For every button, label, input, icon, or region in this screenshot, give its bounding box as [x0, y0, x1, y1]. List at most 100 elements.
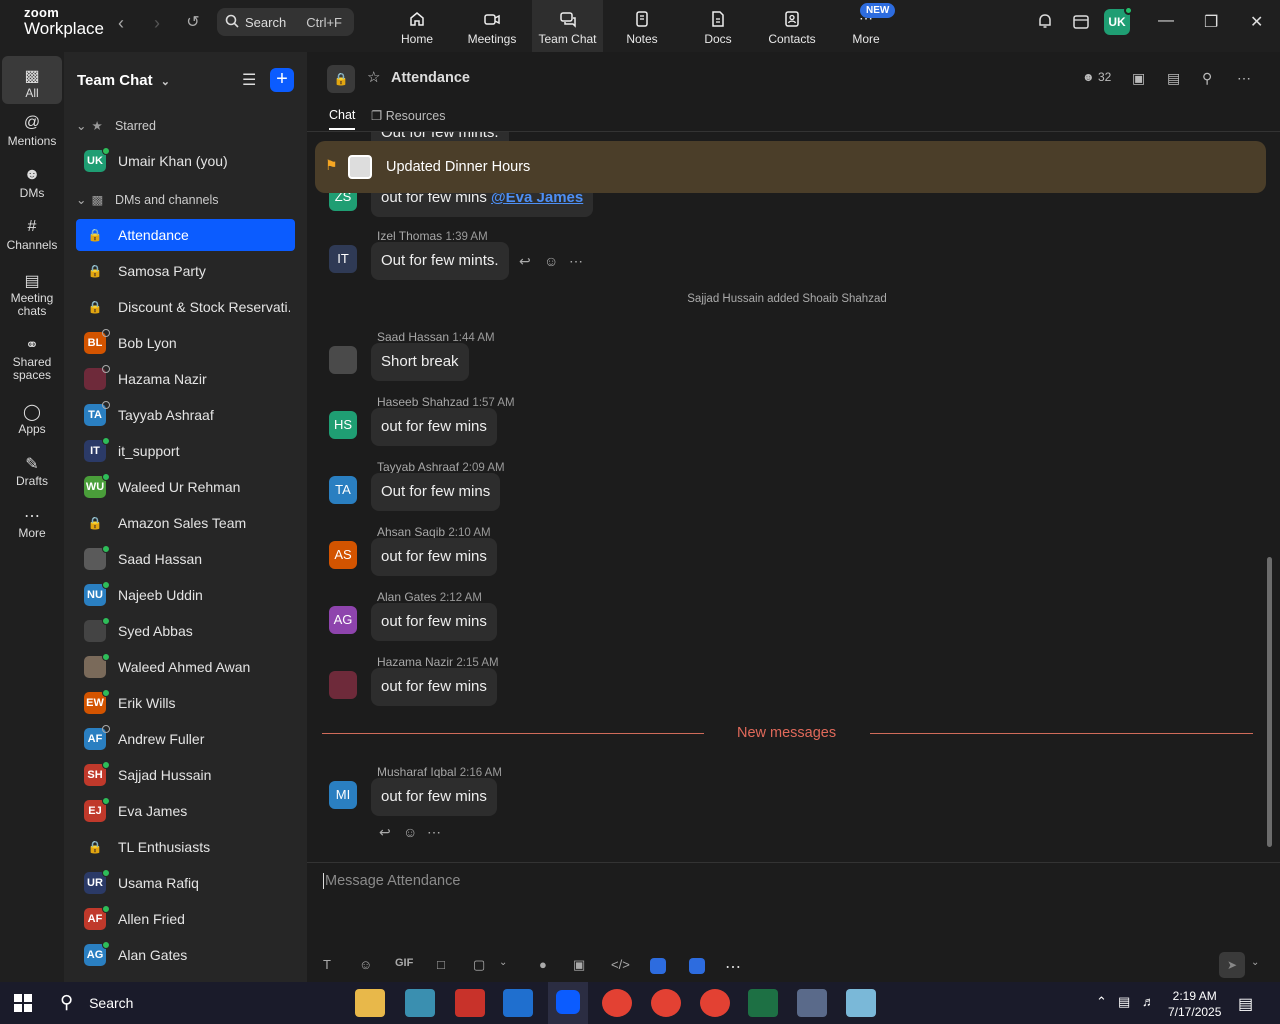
global-search[interactable]: Search Ctrl+F: [217, 8, 354, 36]
rail-dms[interactable]: ☻ DMs: [2, 166, 62, 200]
message-input[interactable]: Message Attendance: [323, 873, 460, 889]
sidebar-item-usama-rafiq[interactable]: UR Usama Rafiq: [76, 867, 295, 899]
minimize-icon[interactable]: —: [1158, 12, 1174, 30]
sender-avatar[interactable]: [329, 346, 357, 374]
sender-name[interactable]: Alan Gates: [377, 590, 436, 604]
chat-message[interactable]: IT Izel Thomas 1:39 AM Out for few mints.: [307, 229, 1247, 285]
tab-home[interactable]: Home: [392, 0, 442, 52]
calendar-icon[interactable]: [1072, 12, 1090, 35]
sidebar-item-sajjad-hussain[interactable]: SH Sajjad Hussain: [76, 759, 295, 791]
sidebar-item-tl-enthusiasts[interactable]: 🔒 TL Enthusiasts: [76, 831, 295, 863]
sender-name[interactable]: Tayyab Ashraaf: [377, 460, 459, 474]
user-avatar[interactable]: UK: [1104, 6, 1133, 35]
sidebar-item-samosa-party[interactable]: 🔒 Samosa Party: [76, 255, 295, 287]
rail-mentions[interactable]: @ Mentions: [2, 114, 62, 148]
sender-name[interactable]: Ahsan Saqib: [377, 525, 445, 539]
tab-docs[interactable]: Docs: [696, 0, 740, 52]
taskbar-search[interactable]: ⚲ Search: [60, 992, 133, 1013]
video-message-icon[interactable]: ▣: [573, 957, 585, 973]
pinned-banner[interactable]: ⚑ Updated Dinner Hours: [315, 141, 1266, 193]
network-icon[interactable]: ▤: [1118, 994, 1130, 1010]
back-icon[interactable]: ‹: [110, 12, 132, 34]
tab-chat[interactable]: Chat: [329, 108, 355, 122]
sidebar-item-umair-khan-you[interactable]: UK Umair Khan (you): [76, 145, 295, 177]
emoji-icon[interactable]: ☺: [359, 957, 372, 972]
microphone-icon[interactable]: ●: [539, 957, 547, 972]
sender-avatar[interactable]: TA: [329, 476, 357, 504]
more-actions-icon[interactable]: ⋯: [569, 253, 583, 270]
tab-team-chat[interactable]: Team Chat: [532, 0, 603, 52]
app-icon[interactable]: [846, 989, 876, 1017]
star-outline-icon[interactable]: ☆: [367, 68, 380, 86]
chevron-up-icon[interactable]: ⌃: [1096, 994, 1107, 1010]
rail-more[interactable]: ⋯ More: [2, 506, 62, 540]
sender-avatar[interactable]: [329, 671, 357, 699]
send-button[interactable]: ➤: [1219, 952, 1245, 978]
channel-title[interactable]: Attendance: [391, 70, 470, 86]
mention-link[interactable]: @Eva James: [491, 193, 583, 206]
sidebar-item-erik-wills[interactable]: EW Erik Wills: [76, 687, 295, 719]
search-icon[interactable]: ⚲: [1202, 70, 1212, 87]
chat-message[interactable]: TA Tayyab Ashraaf 2:09 AM Out for few mins: [307, 460, 1247, 516]
zoom-taskbar-icon[interactable]: [548, 982, 588, 1024]
video-call-icon[interactable]: ▣: [1132, 70, 1145, 87]
emoji-reaction-icon[interactable]: ☺: [403, 824, 417, 840]
calculator-icon[interactable]: [797, 989, 827, 1017]
rail-meeting-chats[interactable]: ▤ Meeting chats: [2, 272, 62, 318]
more-actions-icon[interactable]: ⋯: [427, 824, 441, 841]
sender-name[interactable]: Hazama Nazir: [377, 655, 453, 669]
sender-name[interactable]: Musharaf Iqbal: [377, 765, 456, 779]
sender-avatar[interactable]: AS: [329, 541, 357, 569]
taskbar-clock[interactable]: 2:19 AM 7/17/2025: [1168, 988, 1221, 1020]
sidebar-item-amazon-sales-team[interactable]: 🔒 Amazon Sales Team: [76, 507, 295, 539]
chat-message[interactable]: Hazama Nazir 2:15 AM out for few mins: [307, 655, 1247, 711]
more-options-icon[interactable]: ⋯: [1237, 70, 1251, 87]
reply-icon[interactable]: ↩: [519, 253, 531, 270]
message-scrollbar[interactable]: [1267, 557, 1272, 847]
file-icon[interactable]: □: [437, 957, 445, 972]
sidebar-item-waleed-ur-rehman[interactable]: WU Waleed Ur Rehman: [76, 471, 295, 503]
notifications-icon[interactable]: ▤: [1238, 994, 1253, 1014]
history-icon[interactable]: ↺: [182, 12, 204, 34]
sender-avatar[interactable]: IT: [329, 245, 357, 273]
app-icon[interactable]: [405, 989, 435, 1017]
chat-message[interactable]: Saad Hassan 1:44 AM Short break: [307, 330, 1247, 386]
member-count[interactable]: ☻ 32: [1082, 70, 1111, 84]
chat-message[interactable]: AS Ahsan Saqib 2:10 AM out for few mins: [307, 525, 1247, 581]
windows-start-icon[interactable]: [14, 994, 32, 1012]
file-explorer-icon[interactable]: [355, 989, 385, 1017]
chevron-down-icon[interactable]: ⌄: [1251, 957, 1259, 968]
more-tools-icon[interactable]: ⋯: [725, 957, 741, 977]
chrome-icon[interactable]: [700, 989, 730, 1017]
chat-message[interactable]: HS Haseeb Shahzad 1:57 AM out for few mins: [307, 395, 1247, 451]
bell-icon[interactable]: [1036, 12, 1054, 35]
sender-avatar[interactable]: AG: [329, 606, 357, 634]
tab-resources[interactable]: ❐ Resources: [371, 108, 445, 123]
rail-apps[interactable]: ◯ Apps: [2, 402, 62, 436]
rail-drafts[interactable]: ✎ Drafts: [2, 454, 62, 488]
sidebar-item-waleed-ahmed-awan[interactable]: Waleed Ahmed Awan: [76, 651, 295, 683]
excel-icon[interactable]: [748, 989, 778, 1017]
sidebar-item-attendance[interactable]: 🔒 Attendance: [76, 219, 295, 251]
sidebar-item-saad-hassan[interactable]: Saad Hassan: [76, 543, 295, 575]
rail-shared-spaces[interactable]: ⚭ Shared spaces: [2, 336, 62, 382]
chrome-icon[interactable]: [602, 989, 632, 1017]
rail-channels[interactable]: # Channels: [2, 218, 62, 252]
tab-meetings[interactable]: Meetings: [462, 0, 522, 52]
chrome-icon[interactable]: [651, 989, 681, 1017]
sidebar-item-discount-stock-reservati[interactable]: 🔒 Discount & Stock Reservati...: [76, 291, 295, 323]
sidebar-item-eva-james[interactable]: EJ Eva James: [76, 795, 295, 827]
sidebar-item-bob-lyon[interactable]: BL Bob Lyon: [76, 327, 295, 359]
zoom-app-icon[interactable]: [689, 958, 705, 974]
section-dms-channels[interactable]: ⌄ ▩ DMs and channels: [76, 192, 219, 207]
screenshot-icon[interactable]: ▢: [473, 957, 485, 973]
tab-contacts[interactable]: Contacts: [764, 0, 820, 52]
text-format-icon[interactable]: T: [323, 957, 331, 972]
sidebar-item-andrew-fuller[interactable]: AF Andrew Fuller: [76, 723, 295, 755]
sidebar-item-najeeb-uddin[interactable]: NU Najeeb Uddin: [76, 579, 295, 611]
sidebar-item-it-support[interactable]: IT it_support: [76, 435, 295, 467]
sender-name[interactable]: Izel Thomas: [377, 229, 442, 243]
calendar-icon[interactable]: ▤: [1167, 70, 1180, 87]
sidebar-title[interactable]: Team Chat ⌄: [77, 72, 170, 89]
section-starred[interactable]: ⌄ ★ Starred: [76, 118, 156, 133]
